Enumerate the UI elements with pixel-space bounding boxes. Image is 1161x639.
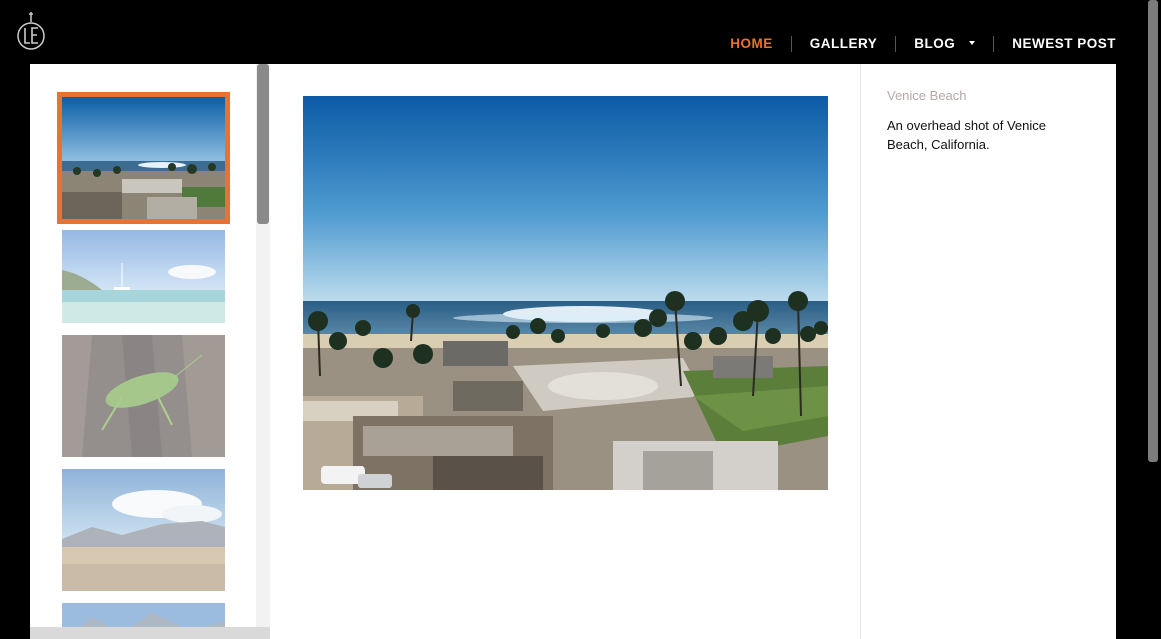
thumbnail-strip xyxy=(30,64,270,639)
nav-gallery[interactable]: GALLERY xyxy=(792,34,896,54)
page-scrollbar-handle[interactable] xyxy=(1148,0,1158,462)
photo-title: Venice Beach xyxy=(887,88,967,103)
gallery-panel: Venice Beach An overhead shot of Venice … xyxy=(30,64,1116,639)
nav-blog-label: BLOG xyxy=(914,36,956,51)
venice-beach-photo xyxy=(303,96,828,490)
nav-blog[interactable]: BLOG xyxy=(896,34,993,54)
site-logo[interactable] xyxy=(14,10,48,54)
caret-down-icon xyxy=(969,41,976,45)
thumbnail-venice-beach[interactable] xyxy=(57,92,230,224)
katydid-thumbnail-image xyxy=(62,335,225,457)
thumbnail-katydid[interactable] xyxy=(62,335,225,457)
caption-divider xyxy=(860,64,861,639)
main-photo xyxy=(303,96,828,490)
thumbnail-desert-mountains[interactable] xyxy=(62,469,225,591)
photo-description: An overhead shot of Venice Beach, Califo… xyxy=(887,118,1047,152)
main-nav: HOME GALLERY BLOG NEWEST POST xyxy=(712,34,1116,54)
thumbnail-scrollbar-handle[interactable] xyxy=(257,64,269,224)
thumbnail-tropical-lagoon[interactable] xyxy=(62,230,225,323)
lagoon-thumbnail-image xyxy=(62,230,225,323)
nav-newest-post[interactable]: NEWEST POST xyxy=(994,34,1116,54)
thumbnail-horizontal-scrollbar[interactable] xyxy=(30,627,270,639)
nav-gallery-label: GALLERY xyxy=(809,36,878,51)
nav-home[interactable]: HOME xyxy=(712,34,791,54)
nav-newest-post-label: NEWEST POST xyxy=(1012,36,1116,51)
venice-beach-thumbnail-image xyxy=(62,97,225,219)
desert-thumbnail-image xyxy=(62,469,225,591)
nav-home-label: HOME xyxy=(730,36,773,51)
le-monogram-logo-icon xyxy=(17,12,45,50)
